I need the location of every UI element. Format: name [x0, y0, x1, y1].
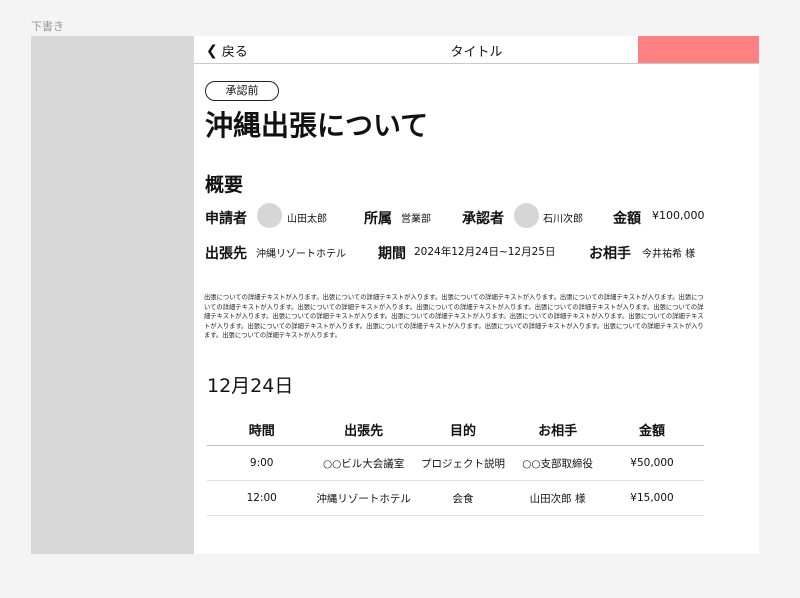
applicant-name: 山田太郎 [287, 214, 327, 225]
destination-label: 出張先 [205, 246, 247, 262]
destination-value: 沖縄リゾートホテル [256, 249, 346, 260]
department-label: 所属 [364, 211, 392, 227]
top-bar: ❮ 戻る タイトル [194, 36, 759, 64]
applicant-avatar [257, 203, 282, 228]
cell-destination: 沖縄リゾートホテル [316, 480, 411, 516]
table-header-row: 時間 出張先 目的 お相手 金額 [207, 414, 704, 446]
period-value: 2024年12月24日~12月25日 [414, 246, 556, 258]
partner-label: お相手 [589, 246, 631, 262]
cell-partner: 山田次郎 様 [515, 480, 601, 516]
schedule-table: 時間 出張先 目的 お相手 金額 9:00 ○○ビル大会議室 プロジェクト説明 … [207, 414, 704, 516]
approver-avatar [514, 203, 539, 228]
amount-value: ¥100,000 [652, 209, 705, 222]
header-accent-block [638, 36, 759, 63]
canvas-label: 下書き [31, 20, 64, 33]
table-row: 9:00 ○○ビル大会議室 プロジェクト説明 ○○支部取締役 ¥50,000 [207, 445, 704, 481]
cell-purpose: 会食 [410, 480, 516, 516]
approver-label: 承認者 [462, 211, 504, 227]
description-text: 出張についての詳細テキストが入ります。出張についての詳細テキストが入ります。出張… [204, 294, 704, 340]
page-title: 沖縄出張について [205, 109, 429, 142]
app-frame: ❮ 戻る タイトル 承認前 沖縄出張について 概要 申請者 山田太郎 所属 営業… [194, 36, 759, 554]
side-panel-placeholder [31, 36, 194, 554]
status-badge: 承認前 [205, 81, 279, 101]
approver-name: 石川次郎 [543, 214, 583, 225]
cell-time: 12:00 [207, 480, 317, 516]
col-header-destination: 出張先 [316, 414, 411, 446]
table-row: 12:00 沖縄リゾートホテル 会食 山田次郎 様 ¥15,000 [207, 480, 704, 516]
cell-purpose: プロジェクト説明 [410, 445, 516, 481]
cell-partner: ○○支部取締役 [515, 445, 601, 481]
department-value: 営業部 [401, 214, 431, 225]
overview-heading: 概要 [205, 174, 244, 196]
partner-value: 今井祐希 様 [642, 249, 696, 260]
cell-amount: ¥15,000 [600, 480, 704, 516]
cell-time: 9:00 [207, 445, 317, 481]
cell-amount: ¥50,000 [600, 445, 704, 481]
col-header-partner: お相手 [515, 414, 601, 446]
period-label: 期間 [378, 246, 406, 262]
col-header-purpose: 目的 [410, 414, 516, 446]
col-header-time: 時間 [207, 414, 317, 446]
applicant-label: 申請者 [205, 211, 247, 227]
cell-destination: ○○ビル大会議室 [316, 445, 411, 481]
schedule-date-title: 12月24日 [207, 375, 294, 397]
col-header-amount: 金額 [600, 414, 704, 446]
amount-label: 金額 [613, 211, 641, 227]
